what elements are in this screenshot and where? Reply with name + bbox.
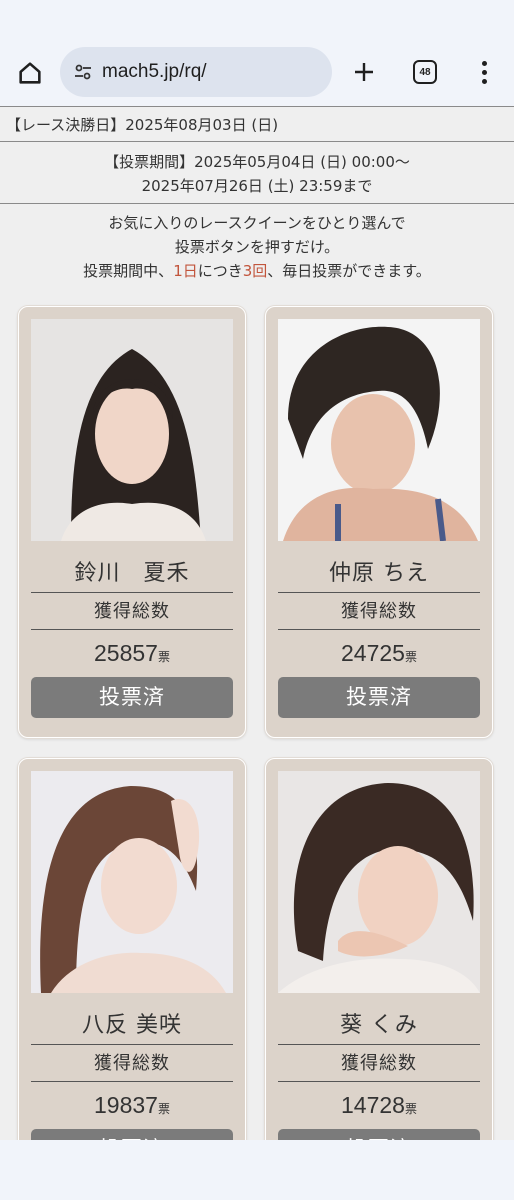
browser-toolbar: mach5.jp/rq/ 48 xyxy=(0,0,514,106)
candidate-photo xyxy=(278,771,480,993)
vote-count: 25857票 xyxy=(94,640,170,666)
candidate-name: 葵 くみ xyxy=(278,1007,480,1045)
address-bar[interactable]: mach5.jp/rq/ xyxy=(60,47,332,97)
intro-line-2: 投票ボタンを押すだけ。 xyxy=(174,238,340,256)
tab-count: 48 xyxy=(413,60,437,84)
votes-label: 獲得総数 xyxy=(278,1046,480,1082)
vote-button[interactable]: 投票済 xyxy=(31,677,233,718)
race-date: 【レース決勝日】2025年08月03日 (日) xyxy=(0,106,514,142)
candidate-name: 仲原 ちえ xyxy=(278,555,480,593)
vote-period: 【投票期間】2025年05月04日 (日) 00:00～ 2025年07月26日… xyxy=(0,142,514,204)
vote-period-end: 2025年07月26日 (土) 23:59まで xyxy=(141,177,373,195)
intro-line-1: お気に入りのレースクイーンをひとり選んで xyxy=(108,214,406,232)
more-menu-icon[interactable] xyxy=(468,55,500,89)
page-content: 【レース決勝日】2025年08月03日 (日) 【投票期間】2025年05月04… xyxy=(0,106,514,1140)
intro-text: お気に入りのレースクイーンをひとり選んで 投票ボタンを押すだけ。 投票期間中、1… xyxy=(0,204,514,298)
candidate-photo xyxy=(31,771,233,993)
vote-button[interactable]: 投票済 xyxy=(278,1129,480,1140)
tab-switcher-button[interactable]: 48 xyxy=(410,57,440,87)
system-nav-bar xyxy=(0,1140,514,1200)
vote-button[interactable]: 投票済 xyxy=(278,677,480,718)
intro-line-3: 投票期間中、1日につき3回、毎日投票ができます。 xyxy=(83,262,431,280)
vote-count: 19837票 xyxy=(94,1092,170,1118)
votes-label: 獲得総数 xyxy=(31,1046,233,1082)
candidate-name: 八反 美咲 xyxy=(31,1007,233,1045)
candidate-card: 仲原 ちえ 獲得総数 24725票 投票済 xyxy=(265,306,493,738)
new-tab-icon[interactable] xyxy=(347,55,381,89)
vote-count: 24725票 xyxy=(341,640,417,666)
url-text[interactable]: mach5.jp/rq/ xyxy=(102,61,207,83)
votes-label: 獲得総数 xyxy=(31,594,233,630)
site-settings-icon[interactable] xyxy=(72,61,94,83)
candidate-card: 八反 美咲 獲得総数 19837票 投票済 xyxy=(18,758,246,1140)
candidate-photo xyxy=(278,319,480,541)
votes-label: 獲得総数 xyxy=(278,594,480,630)
vote-period-start: 【投票期間】2025年05月04日 (日) 00:00～ xyxy=(104,153,410,171)
candidate-card: 葵 くみ 獲得総数 14728票 投票済 xyxy=(265,758,493,1140)
home-icon[interactable] xyxy=(12,55,48,91)
candidate-name: 鈴川 夏禾 xyxy=(31,555,233,593)
vote-button[interactable]: 投票済 xyxy=(31,1129,233,1140)
candidate-photo xyxy=(31,319,233,541)
candidate-card: 鈴川 夏禾 獲得総数 25857票 投票済 xyxy=(18,306,246,738)
vote-count: 14728票 xyxy=(341,1092,417,1118)
